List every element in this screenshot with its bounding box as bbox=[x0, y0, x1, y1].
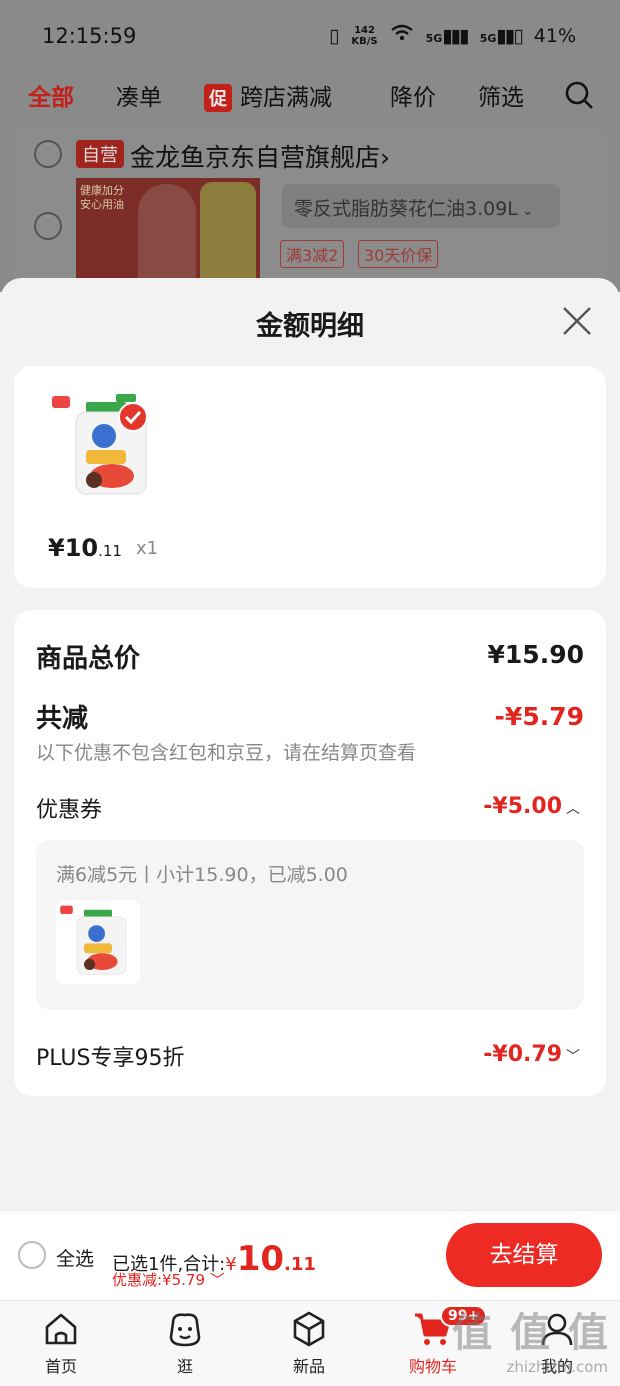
filter-tab-price-drop[interactable]: 降价 bbox=[390, 78, 436, 112]
selected-check-icon bbox=[118, 402, 148, 432]
filter-tab-filter[interactable]: 筛选 bbox=[478, 78, 524, 112]
promo-tag-1: 满3减2 bbox=[280, 240, 345, 268]
watermark-url: zhizhizhi.com bbox=[506, 1358, 608, 1376]
product-spec-select[interactable]: 零反式脂肪葵花仁油3.09L ⌄ bbox=[282, 184, 560, 228]
chevron-right-icon: › bbox=[380, 143, 391, 172]
item-select-radio[interactable] bbox=[34, 212, 62, 240]
status-bar: 12:15:59 ▯ 142 KB/S 5G▮▮▮ 5G▮▮▯ 41% bbox=[0, 0, 620, 72]
status-time: 12:15:59 bbox=[42, 24, 137, 48]
product-thumbnail[interactable] bbox=[46, 388, 166, 508]
sheet-title: 金额明细 bbox=[256, 311, 364, 342]
coupon-detail-text: 满6减5元丨小计15.90，已减5.00 bbox=[56, 864, 348, 886]
store-card: 自营 金龙鱼京东自营旗舰店› 健康加分 安心用油 零反式脂肪葵花仁油3.09L ⌄… bbox=[14, 128, 606, 298]
cart-page-background: 全部 凑单 促跨店满减 降价 筛选 自营 金龙鱼京东自营旗舰店› 健康加分 安心… bbox=[0, 72, 620, 298]
item-price: ¥10.11 bbox=[48, 534, 122, 562]
store-name[interactable]: 金龙鱼京东自营旗舰店› bbox=[130, 138, 390, 174]
coupon-value: -¥5.00 bbox=[483, 794, 562, 819]
home-icon bbox=[45, 1313, 77, 1345]
filter-bar: 全部 凑单 促跨店满减 降价 筛选 bbox=[0, 72, 620, 126]
vibrate-icon: ▯ bbox=[328, 24, 340, 47]
checkout-button[interactable]: 去结算 bbox=[446, 1223, 602, 1287]
plus-discount-toggle[interactable]: -¥0.79 ﹀ bbox=[483, 1042, 580, 1067]
filter-tab-all[interactable]: 全部 bbox=[28, 78, 74, 112]
filter-tab-cross-store[interactable]: 促跨店满减 bbox=[204, 78, 332, 112]
tab-browse-label: 逛 bbox=[176, 1357, 193, 1376]
status-icons: ▯ 142 KB/S 5G▮▮▮ 5G▮▮▯ 41% bbox=[329, 24, 576, 47]
self-operated-tag: 自营 bbox=[76, 140, 124, 168]
reduce-label: 共减 bbox=[36, 704, 89, 734]
select-all-label[interactable]: 全选 bbox=[56, 1244, 94, 1271]
coupon-label: 优惠券 bbox=[36, 798, 103, 823]
search-icon[interactable] bbox=[564, 80, 594, 110]
box-icon bbox=[293, 1311, 325, 1347]
signal-5g-icon: 5G▮▮▮ bbox=[425, 24, 470, 47]
discount-summary[interactable]: 优惠减:¥5.79 ﹀ bbox=[112, 1269, 225, 1290]
chevron-up-icon: ︿ bbox=[566, 801, 580, 817]
plus-discount-value: -¥0.79 bbox=[483, 1042, 562, 1067]
store-select-radio[interactable] bbox=[34, 140, 62, 168]
tab-browse[interactable]: 逛 bbox=[140, 1309, 230, 1377]
wifi-icon bbox=[390, 24, 414, 47]
reduce-value: -¥5.79 bbox=[494, 702, 584, 731]
chevron-down-icon: ﹀ bbox=[209, 1271, 225, 1289]
price-breakdown-card: 商品总价 ¥15.90 共减 -¥5.79 以下优惠不包含红包和京豆，请在结算页… bbox=[14, 610, 606, 1096]
tab-home[interactable]: 首页 bbox=[16, 1309, 106, 1377]
selected-items-card: ¥10.11 x1 bbox=[14, 366, 606, 588]
coupon-detail-box: 满6减5元丨小计15.90，已减5.00 bbox=[36, 840, 584, 1010]
total-price-value: ¥15.90 bbox=[487, 640, 584, 669]
filter-tab-coudan[interactable]: 凑单 bbox=[116, 78, 162, 112]
total-amount: ¥10.11 bbox=[225, 1239, 316, 1279]
amount-detail-sheet: 金额明细 ¥10.11 x1 商品总价 ¥15.90 共减 -¥5.79 以下优… bbox=[0, 278, 620, 1210]
checkout-bar: 全选 已选1件,合计:¥10.11 优惠减:¥5.79 ﹀ 去结算 bbox=[0, 1210, 620, 1300]
chevron-down-icon: ﹀ bbox=[566, 1049, 580, 1065]
net-speed-unit: KB/S bbox=[351, 35, 378, 47]
coupon-product-thumbnail bbox=[56, 900, 140, 984]
browse-face-icon bbox=[169, 1313, 201, 1347]
filter-tab-cross-store-label: 跨店满减 bbox=[240, 85, 332, 111]
close-icon[interactable] bbox=[560, 304, 594, 338]
watermark-logo: 值 值 值 bbox=[452, 1310, 610, 1356]
tab-new[interactable]: 新品 bbox=[264, 1309, 354, 1377]
reduce-note: 以下优惠不包含红包和京豆，请在结算页查看 bbox=[36, 742, 417, 764]
select-all-radio[interactable] bbox=[18, 1241, 46, 1269]
signal-5g-icon-2: 5G▮▮▯ bbox=[479, 24, 524, 47]
promo-icon: 促 bbox=[204, 84, 232, 112]
battery-level: 41% bbox=[533, 24, 576, 47]
tab-new-label: 新品 bbox=[292, 1357, 325, 1376]
net-speed-value: 142 bbox=[354, 24, 375, 36]
banner-text: 健康加分 安心用油 bbox=[80, 184, 124, 211]
total-price-label: 商品总价 bbox=[36, 644, 141, 674]
promo-tag-2: 30天价保 bbox=[358, 240, 439, 268]
item-quantity: x1 bbox=[136, 538, 159, 559]
plus-discount-label: PLUS专享95折 bbox=[36, 1046, 185, 1071]
coupon-toggle[interactable]: -¥5.00 ︿ bbox=[483, 794, 580, 819]
tab-home-label: 首页 bbox=[44, 1357, 77, 1376]
net-speed: 142 KB/S bbox=[351, 25, 377, 47]
